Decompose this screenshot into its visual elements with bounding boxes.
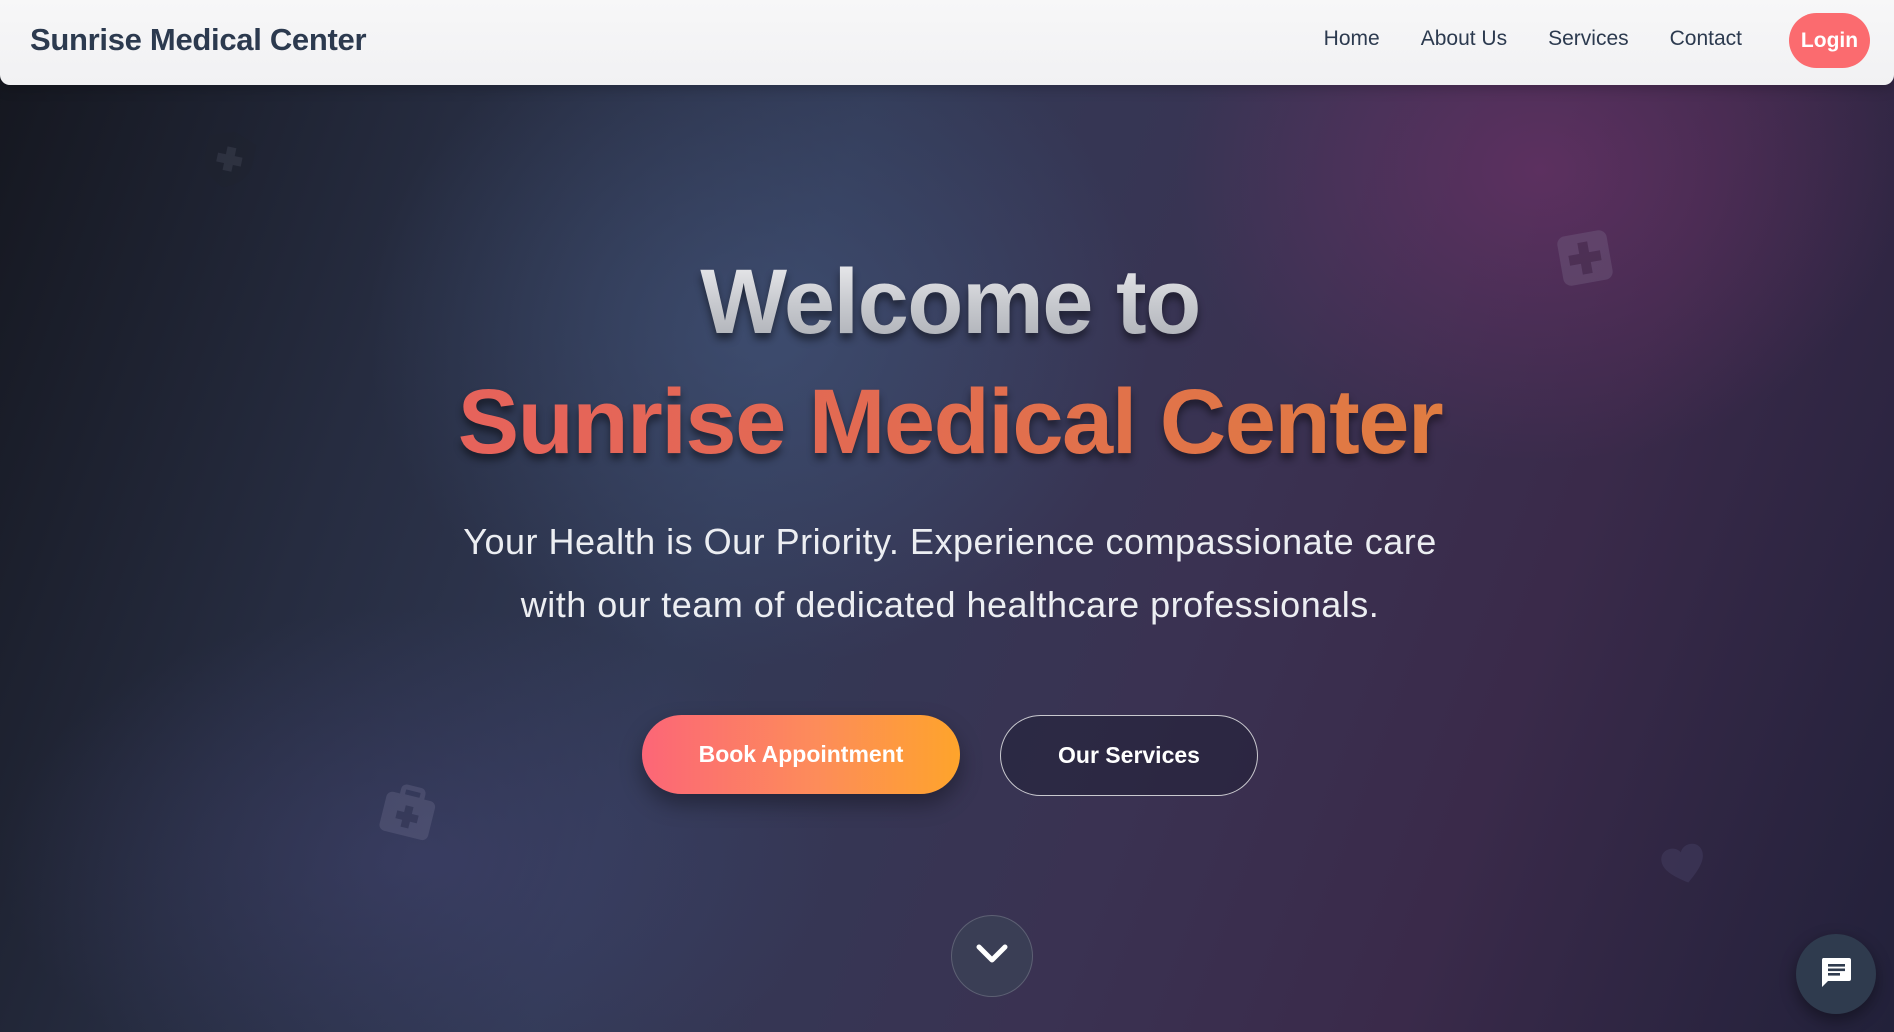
login-button[interactable]: Login [1789,13,1870,68]
hero-title-welcome: Welcome to [0,250,1894,355]
nav-link-services[interactable]: Services [1548,27,1629,51]
book-appointment-button[interactable]: Book Appointment [642,715,960,794]
nav-link-home[interactable]: Home [1324,27,1380,51]
page: Sunrise Medical Center Home About Us Ser… [0,0,1894,1032]
hero-subtitle: Your Health is Our Priority. Experience … [463,521,1437,625]
medical-kit-icon [378,784,438,847]
brand-logo[interactable]: Sunrise Medical Center [30,22,367,58]
nav-links: Home About Us Services Contact [1283,27,1742,51]
nav-link-contact[interactable]: Contact [1670,27,1742,51]
shield-medical-icon [200,128,258,195]
top-navbar: Sunrise Medical Center Home About Us Ser… [0,0,1894,85]
chat-button[interactable] [1796,934,1876,1014]
hero-title-center-name: Sunrise Medical Center [0,370,1894,475]
scroll-down-button[interactable] [951,915,1033,997]
our-services-button[interactable]: Our Services [1000,715,1258,796]
chat-message-icon [1819,955,1853,994]
chevron-down-icon [975,943,1009,970]
heart-icon [1660,843,1708,892]
nav-link-about-us[interactable]: About Us [1421,27,1507,51]
